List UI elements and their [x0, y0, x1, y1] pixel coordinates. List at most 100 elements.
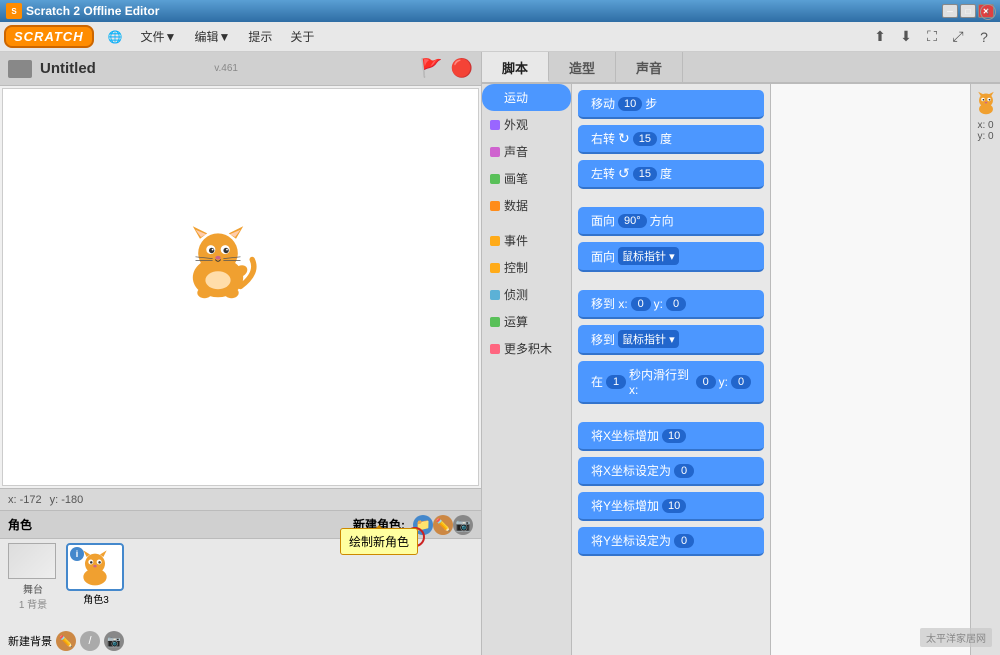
- category-data[interactable]: 数据: [482, 192, 571, 219]
- category-operators[interactable]: 运算: [482, 308, 571, 335]
- cat-separator: [482, 219, 571, 227]
- tab-script[interactable]: 脚本: [482, 52, 549, 82]
- block-move[interactable]: 移动 10 步: [578, 90, 764, 119]
- fullscreen-button[interactable]: ⛶: [920, 25, 944, 49]
- app-icon: S: [6, 3, 22, 19]
- block-change-x-input[interactable]: 10: [662, 429, 686, 443]
- about-menu[interactable]: 关于: [282, 25, 322, 48]
- category-more[interactable]: 更多积木: [482, 335, 571, 362]
- category-control-label: 控制: [504, 259, 528, 276]
- block-set-x-text: 将X坐标设定为: [591, 462, 671, 479]
- block-set-x-input[interactable]: 0: [674, 464, 694, 478]
- block-goto-mouse[interactable]: 移到 鼠标指针 ▾: [578, 325, 764, 355]
- download-button[interactable]: ⬇: [894, 25, 918, 49]
- block-face-mouse-dropdown[interactable]: 鼠标指针 ▾: [618, 247, 679, 265]
- category-sensing[interactable]: 侦测: [482, 281, 571, 308]
- block-glide-x[interactable]: 0: [696, 375, 716, 389]
- resize-button[interactable]: ⤢: [946, 25, 970, 49]
- block-turn-left-input[interactable]: 15: [633, 167, 657, 181]
- block-goto-xy[interactable]: 移到 x: 0 y: 0: [578, 290, 764, 319]
- new-bg-label: 新建背景: [8, 633, 52, 649]
- stage-icon: [8, 60, 32, 78]
- block-set-x[interactable]: 将X坐标设定为 0: [578, 457, 764, 486]
- tab-costume[interactable]: 造型: [549, 52, 616, 82]
- block-turn-right[interactable]: 右转 ↻ 15 度: [578, 125, 764, 154]
- right-panel: 脚本 造型 声音 运动 外观 声音: [482, 52, 1000, 655]
- block-change-x[interactable]: 将X坐标增加 10: [578, 422, 764, 451]
- tips-menu[interactable]: 提示: [240, 25, 280, 48]
- more-dot: [490, 344, 500, 354]
- stage-thumbnail[interactable]: 舞台 1 背景: [8, 543, 58, 611]
- block-glide-y[interactable]: 0: [731, 375, 751, 389]
- sprite-info-icon[interactable]: i: [70, 547, 84, 561]
- sound-dot: [490, 147, 500, 157]
- block-glide-text1: 在: [591, 373, 603, 390]
- block-move-input[interactable]: 10: [618, 97, 642, 111]
- sprite-name-label: 角色3: [66, 591, 126, 606]
- upload-button[interactable]: ⬆: [868, 25, 892, 49]
- category-control[interactable]: 控制: [482, 254, 571, 281]
- block-turn-right-input[interactable]: 15: [633, 132, 657, 146]
- globe-button[interactable]: 🌐: [100, 27, 131, 47]
- block-turn-left[interactable]: 左转 ↺ 15 度: [578, 160, 764, 189]
- data-dot: [490, 201, 500, 211]
- new-sprite-camera-button[interactable]: 📷: [453, 515, 473, 535]
- block-face-mouse[interactable]: 面向 鼠标指针 ▾: [578, 242, 764, 272]
- help-button[interactable]: ?: [972, 25, 996, 49]
- left-panel: Untitled v.461 🚩 🔴: [0, 52, 482, 655]
- block-face-dir[interactable]: 面向 90° 方向: [578, 207, 764, 236]
- block-face-dir-text: 面向: [591, 212, 615, 229]
- block-goto-y-label: y:: [654, 297, 663, 311]
- cat-svg: [173, 219, 263, 309]
- new-bg-image-button[interactable]: /: [80, 631, 100, 651]
- block-glide[interactable]: 在 1 秒内滑行到 x: 0 y: 0: [578, 361, 764, 404]
- new-bg-paint-button[interactable]: ✏️: [56, 631, 76, 651]
- block-face-dir-suffix: 方向: [650, 212, 674, 229]
- new-bg-camera-button[interactable]: 📷: [104, 631, 124, 651]
- category-more-label: 更多积木: [504, 340, 552, 357]
- category-data-label: 数据: [504, 197, 528, 214]
- block-face-dir-input[interactable]: 90°: [618, 214, 647, 228]
- block-set-y-text: 将Y坐标设定为: [591, 532, 671, 549]
- sprite-thumb-img: i: [66, 543, 124, 591]
- category-events[interactable]: 事件: [482, 227, 571, 254]
- watermark: 太平洋家居网: [920, 628, 992, 647]
- block-set-y-input[interactable]: 0: [674, 534, 694, 548]
- menubar: SCRATCH 🌐 文件▼ 编辑▼ 提示 关于 ⬆ ⬇ ⛶ ⤢ ?: [0, 22, 1000, 52]
- stage-canvas[interactable]: [2, 88, 479, 486]
- category-looks[interactable]: 外观: [482, 111, 571, 138]
- stop-button[interactable]: 🔴: [451, 58, 473, 79]
- block-change-y-text: 将Y坐标增加: [591, 497, 659, 514]
- scratch-logo: SCRATCH: [4, 25, 94, 48]
- block-turn-left-suffix: 度: [660, 165, 672, 182]
- sprite-cat3[interactable]: i 角色3: [66, 543, 126, 606]
- block-glide-secs[interactable]: 1: [606, 375, 626, 389]
- new-sprite-paint-button[interactable]: ✏️: [433, 515, 453, 535]
- pen-dot: [490, 174, 500, 184]
- turn-left-icon: ↺: [618, 165, 630, 182]
- stage-title: Untitled: [40, 60, 206, 77]
- block-set-y[interactable]: 将Y坐标设定为 0: [578, 527, 764, 556]
- maximize-button[interactable]: □: [960, 4, 976, 18]
- edit-menu[interactable]: 编辑▼: [186, 25, 238, 48]
- block-goto-mouse-dropdown[interactable]: 鼠标指针 ▾: [618, 330, 679, 348]
- stage-sublabel: 1 背景: [8, 596, 58, 611]
- script-area[interactable]: [770, 84, 970, 655]
- block-goto-y[interactable]: 0: [666, 297, 686, 311]
- tab-sound[interactable]: 声音: [616, 52, 683, 82]
- looks-dot: [490, 120, 500, 130]
- cat-sprite: [173, 219, 263, 309]
- sprite-panel-title: 角色: [8, 516, 32, 533]
- block-goto-x[interactable]: 0: [631, 297, 651, 311]
- stage-label: 舞台: [8, 581, 58, 596]
- category-motion[interactable]: 运动: [482, 84, 571, 111]
- block-change-y-input[interactable]: 10: [662, 499, 686, 513]
- stage-thumb-img: [8, 543, 56, 579]
- green-flag-button[interactable]: 🚩: [420, 58, 442, 79]
- file-menu[interactable]: 文件▼: [133, 25, 185, 48]
- category-sound[interactable]: 声音: [482, 138, 571, 165]
- minimize-button[interactable]: ─: [942, 4, 958, 18]
- category-sound-label: 声音: [504, 143, 528, 160]
- category-pen[interactable]: 画笔: [482, 165, 571, 192]
- block-change-y[interactable]: 将Y坐标增加 10: [578, 492, 764, 521]
